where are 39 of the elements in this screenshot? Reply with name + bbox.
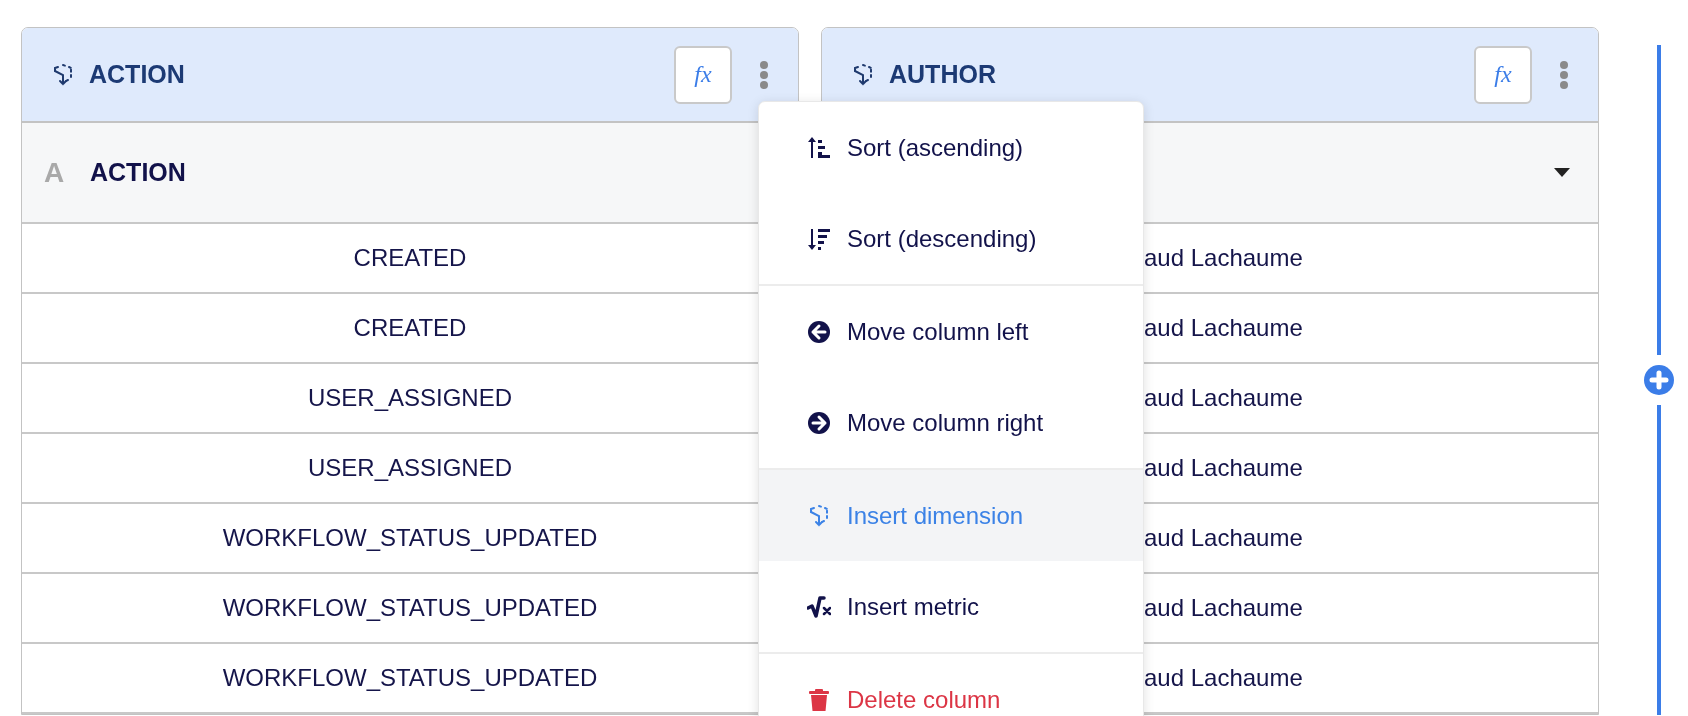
more-options-icon[interactable] — [1559, 60, 1569, 89]
sort-ascending-icon — [807, 135, 831, 160]
menu-item[interactable]: Sort (ascending) — [759, 102, 1143, 193]
column-title: ACTION — [89, 60, 186, 89]
table-cell: aud Lachaume — [1144, 244, 1303, 272]
add-column-icon[interactable] — [1644, 365, 1674, 395]
formula-button[interactable]: fx — [1474, 45, 1532, 104]
trash-icon — [807, 687, 831, 712]
left-arrow-circle-icon — [807, 319, 831, 344]
sort-descending-icon — [807, 226, 831, 251]
column-title: AUTHOR — [889, 60, 997, 89]
table-cell: USER_ASSIGNED — [307, 454, 513, 482]
text-type-icon: A — [44, 156, 90, 189]
caret-icon[interactable] — [1554, 168, 1570, 177]
more-options-icon[interactable] — [759, 60, 769, 89]
table-cell: WORKFLOW_STATUS_UPDATED — [222, 524, 598, 552]
table-cell: aud Lachaume — [1144, 314, 1303, 342]
table-cell: aud Lachaume — [1144, 594, 1303, 622]
table-cell: aud Lachaume — [1144, 384, 1303, 412]
right-arrow-circle-icon — [807, 410, 831, 435]
column-label: ACTION — [90, 158, 187, 187]
menu-item[interactable]: Move column left — [759, 286, 1143, 377]
table-cell: WORKFLOW_STATUS_UPDATED — [222, 594, 598, 622]
table-cell: WORKFLOW_STATUS_UPDATED — [222, 664, 598, 692]
menu-item[interactable]: Sort (descending) — [759, 193, 1143, 284]
table-cell: CREATED — [353, 244, 467, 272]
square-root-icon — [807, 594, 831, 619]
table-cell: aud Lachaume — [1144, 664, 1303, 692]
table-cell: CREATED — [353, 314, 467, 342]
menu-item[interactable]: Delete column — [759, 654, 1143, 716]
formula-button[interactable]: fx — [674, 45, 732, 104]
menu-item[interactable]: Move column right — [759, 377, 1143, 468]
cube-icon — [51, 62, 75, 87]
cube-icon — [807, 503, 831, 528]
cube-icon — [851, 62, 875, 87]
table-cell: aud Lachaume — [1144, 454, 1303, 482]
table-cell: aud Lachaume — [1144, 524, 1303, 552]
menu-item[interactable]: Insert metric — [759, 561, 1143, 652]
table-cell: USER_ASSIGNED — [307, 384, 513, 412]
